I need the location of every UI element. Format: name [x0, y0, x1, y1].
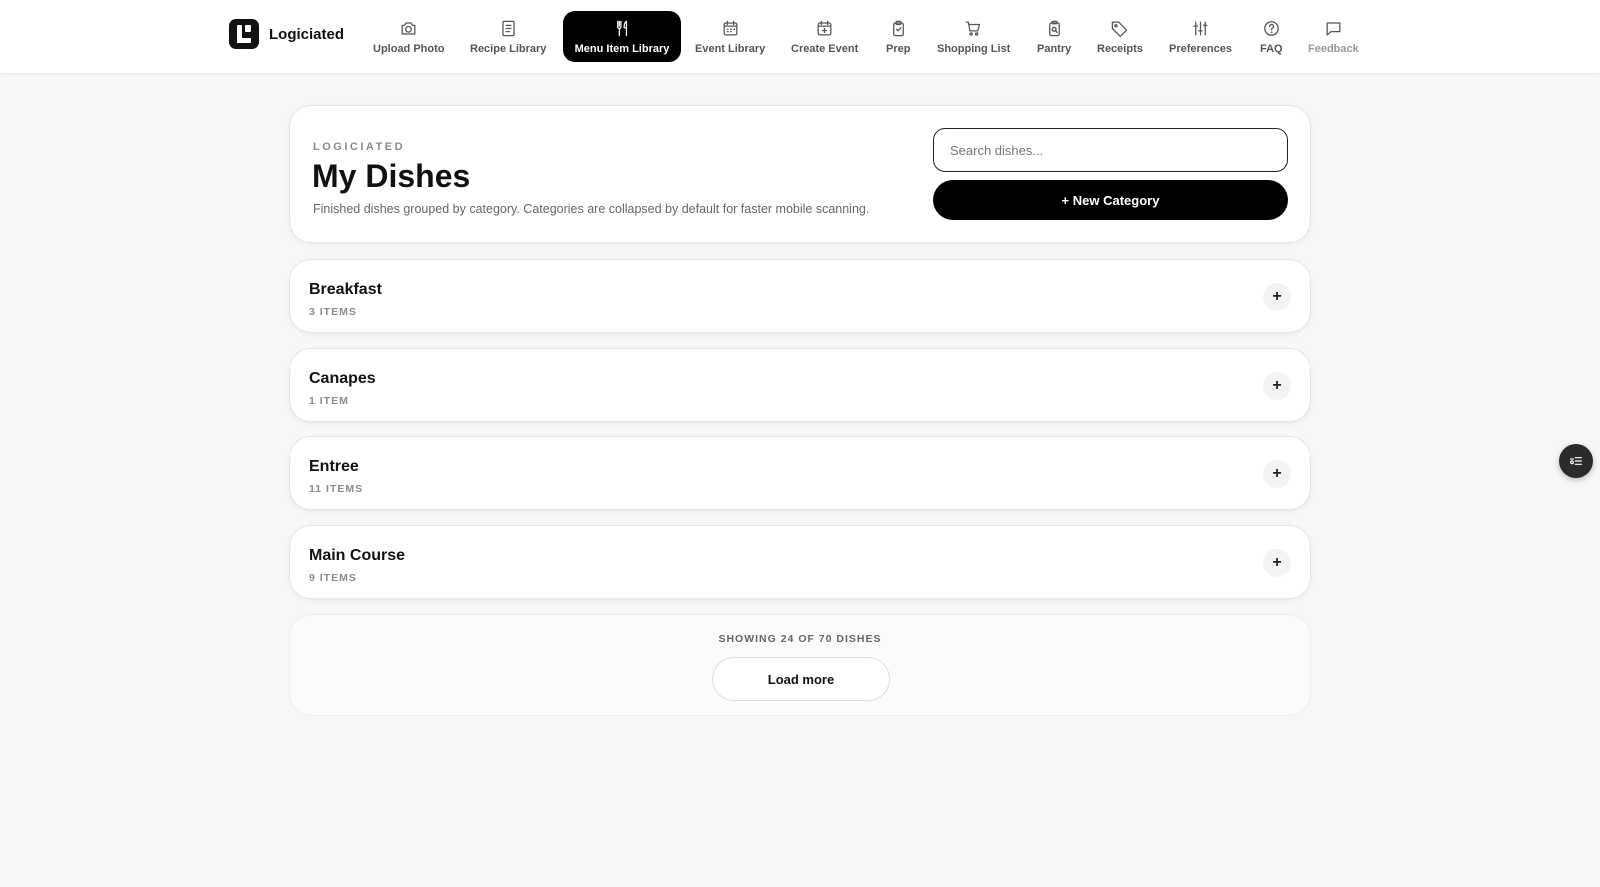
floating-action-button[interactable] [1559, 444, 1593, 478]
cart-icon [965, 21, 981, 36]
load-more-button[interactable]: Load more [712, 657, 890, 701]
jar-search-icon [1048, 20, 1060, 36]
nav-item-menu-item-library[interactable]: Menu Item Library [563, 11, 681, 62]
brand[interactable]: Logiciated [229, 19, 344, 49]
nav-label: Event Library [695, 42, 766, 55]
new-category-button[interactable]: + New Category [933, 180, 1288, 220]
category-row[interactable]: Breakfast 3 ITEMS + [289, 259, 1311, 333]
expand-category-button[interactable]: + [1263, 372, 1291, 400]
book-icon [502, 20, 515, 36]
list-settings-icon [1570, 457, 1582, 465]
nav-label: Pantry [1037, 42, 1072, 55]
nav-item-receipts[interactable]: Receipts [1085, 11, 1155, 62]
nav-label: Recipe Library [470, 42, 547, 55]
nav-item-upload-photo[interactable]: Upload Photo [361, 11, 457, 62]
category-item-count: 3 ITEMS [309, 306, 357, 318]
calendar-plus-icon [817, 20, 832, 35]
nav-item-create-event[interactable]: Create Event [779, 11, 870, 62]
top-navigation-bar: Logiciated Upload Photo Recipe Library M… [0, 0, 1600, 74]
nav-label: Create Event [791, 42, 859, 55]
category-name: Entree [309, 458, 359, 475]
category-name: Canapes [309, 370, 376, 387]
category-item-count: 11 ITEMS [309, 483, 364, 495]
camera-icon [401, 21, 416, 35]
nav-item-event-library[interactable]: Event Library [683, 11, 777, 62]
nav-label: Feedback [1308, 42, 1359, 55]
category-name: Main Course [309, 547, 406, 564]
nav-label: FAQ [1260, 42, 1283, 55]
expand-category-button[interactable]: + [1263, 549, 1291, 577]
category-row[interactable]: Entree 11 ITEMS + [289, 436, 1311, 510]
category-row[interactable]: Main Course 9 ITEMS + [289, 525, 1311, 599]
tag-icon [1112, 21, 1128, 37]
nav-item-faq[interactable]: FAQ [1248, 11, 1295, 62]
page-subtitle: Finished dishes grouped by category. Cat… [313, 202, 870, 216]
nav-item-prep[interactable]: Prep [874, 11, 922, 62]
nav-item-feedback[interactable]: Feedback [1296, 11, 1371, 62]
nav-label: Preferences [1169, 42, 1232, 55]
expand-category-button[interactable]: + [1263, 460, 1291, 488]
page-eyebrow: LOGICIATED [313, 141, 406, 153]
category-name: Breakfast [309, 281, 382, 298]
category-item-count: 1 ITEM [309, 395, 349, 407]
brand-name: Logiciated [269, 25, 345, 43]
search-dishes-input[interactable] [933, 128, 1288, 172]
message-icon [1326, 21, 1341, 35]
sliders-icon [1193, 21, 1208, 35]
utensils-icon [616, 20, 627, 36]
category-row[interactable]: Canapes 1 ITEM + [289, 348, 1311, 422]
pagination-footer: SHOWING 24 OF 70 DISHES Load more [289, 614, 1311, 716]
category-item-count: 9 ITEMS [309, 572, 357, 584]
nav-item-shopping-list[interactable]: Shopping List [925, 11, 1022, 62]
nav-label: Upload Photo [373, 42, 445, 55]
page-title: My Dishes [312, 158, 471, 194]
nav-label: Menu Item Library [574, 42, 670, 55]
showing-count-text: SHOWING 24 OF 70 DISHES [718, 633, 882, 645]
expand-category-button[interactable]: + [1263, 283, 1291, 311]
calendar-grid-icon [723, 20, 738, 35]
page-header-card: LOGICIATED My Dishes Finished dishes gro… [289, 105, 1311, 243]
help-circle-icon [1263, 20, 1279, 36]
nav-item-preferences[interactable]: Preferences [1157, 11, 1244, 62]
nav-item-recipe-library[interactable]: Recipe Library [458, 11, 558, 62]
nav-item-pantry[interactable]: Pantry [1025, 11, 1083, 62]
nav-label: Receipts [1097, 42, 1143, 55]
nav-label: Shopping List [937, 42, 1011, 55]
clipboard-icon [892, 20, 904, 36]
logo-icon [229, 19, 259, 49]
nav-label: Prep [886, 42, 911, 55]
